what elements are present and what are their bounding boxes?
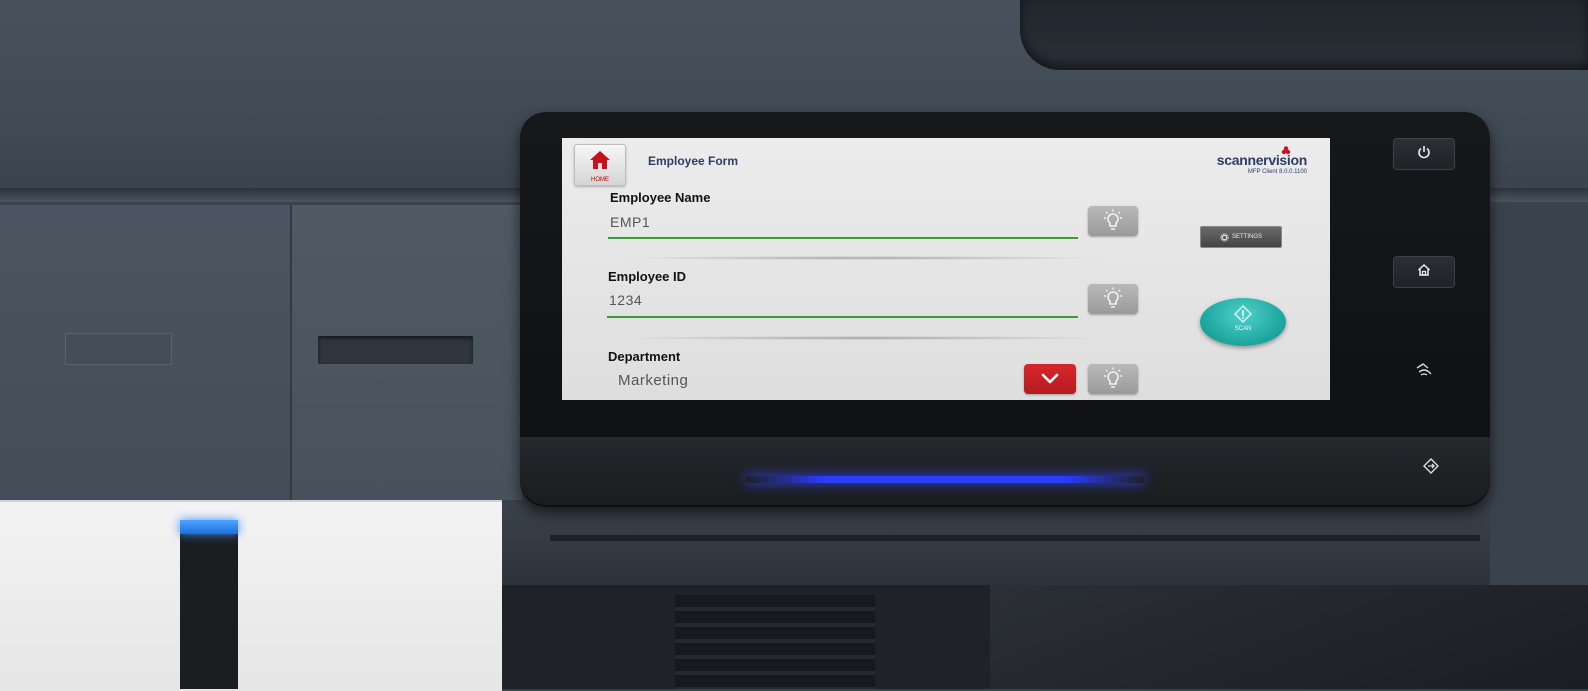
employee-id-value: 1234 [609, 292, 643, 308]
employee-name-value: EMP1 [610, 214, 651, 230]
nfc-reader-area[interactable] [1415, 362, 1433, 383]
power-button[interactable] [1393, 138, 1455, 170]
department-select[interactable]: Marketing [608, 366, 1018, 396]
scan-button-label: SCAN [1234, 326, 1252, 332]
panel-ledge [500, 500, 1490, 585]
field-divider-shadow [618, 336, 1108, 340]
department-hint-button[interactable] [1088, 364, 1138, 394]
home-icon [590, 151, 610, 169]
department-value: Marketing [618, 372, 689, 389]
chevron-down-icon [1041, 373, 1059, 384]
logo-mark-icon [1281, 146, 1291, 155]
form-title: Employee Form [648, 154, 739, 168]
home-button-label: HOME [591, 177, 609, 183]
printer-lower-right [990, 585, 1588, 689]
employee-id-underline [607, 316, 1078, 318]
employee-id-label: Employee ID [608, 269, 687, 284]
lightbulb-icon [1104, 287, 1122, 308]
login-button[interactable] [1422, 458, 1440, 479]
home-hardware-button[interactable] [1393, 256, 1455, 288]
usb-slot-recess [318, 336, 473, 364]
employee-name-underline [608, 237, 1078, 239]
login-icon [1422, 458, 1440, 478]
touchscreen: HOME Employee Form scannervision MFP Cli… [562, 138, 1330, 400]
employee-id-hint-button[interactable] [1088, 284, 1138, 314]
home-button[interactable]: HOME [574, 144, 626, 186]
paper-drawer-handle[interactable] [180, 520, 238, 689]
scannervision-logo: scannervision MFP Client 8.0.0.1100 [1182, 146, 1307, 175]
scan-start-icon [1234, 305, 1252, 323]
department-label: Department [608, 349, 681, 364]
gear-icon [1220, 232, 1229, 242]
status-light-strip [745, 476, 1145, 483]
nfc-icon [1415, 363, 1433, 382]
employee-id-input[interactable]: 1234 [607, 286, 1078, 316]
control-panel-lower-edge [520, 437, 1490, 505]
employee-name-input[interactable]: EMP1 [608, 208, 1078, 238]
panel-recess-left [65, 333, 172, 365]
home-icon [1417, 263, 1431, 282]
employee-name-label: Employee Name [610, 190, 711, 205]
lightbulb-icon [1104, 209, 1122, 230]
output-tray [1020, 0, 1588, 70]
department-dropdown-button[interactable] [1024, 364, 1076, 394]
ventilation-grille [675, 595, 875, 689]
employee-name-hint-button[interactable] [1088, 206, 1138, 236]
scan-button[interactable]: SCAN [1200, 298, 1286, 346]
paper-drawer-door [0, 500, 502, 691]
drawer-status-led [180, 520, 238, 534]
power-icon [1417, 145, 1431, 164]
lightbulb-icon [1104, 367, 1122, 388]
logo-version: MFP Client 8.0.0.1100 [1247, 169, 1307, 175]
field-divider-shadow [618, 256, 1108, 260]
panel-ledge-groove [550, 535, 1480, 541]
settings-button-label: SETTINGS [1231, 234, 1262, 240]
settings-button[interactable]: SETTINGS [1200, 226, 1282, 248]
